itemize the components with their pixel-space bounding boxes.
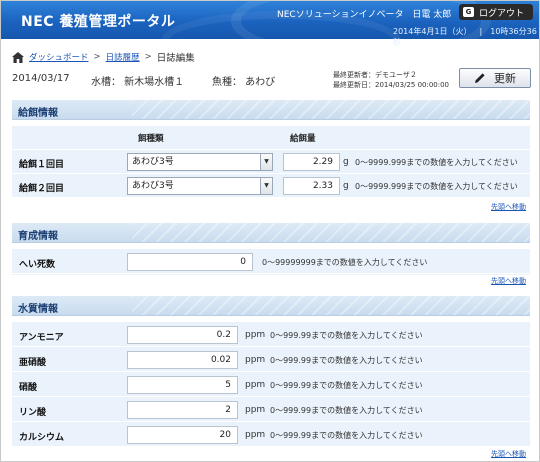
logout-icon: G xyxy=(463,7,474,17)
ammonia-input[interactable]: 0.2 xyxy=(127,326,238,344)
nitrite-hint: 0～999.99までの数値を入力してください xyxy=(270,356,423,365)
phosphate-input[interactable]: 2 xyxy=(127,401,238,419)
current-datetime: 2014年4月1日（火） | 10時36分36秒 xyxy=(393,26,539,48)
water-row-label: カルシウム xyxy=(19,433,65,443)
journal-summary: 2014/03/17 水槽： 新木場水槽１ 魚種： あわび xyxy=(12,73,275,88)
mortality-label: へい死数 xyxy=(19,260,56,270)
logout-label: ログアウト xyxy=(479,8,525,19)
water-panel: アンモニア 0.2 ppm 0～999.99までの数値を入力してください 亜硝酸… xyxy=(12,322,530,447)
water-section-header: 水質情報 xyxy=(12,296,530,316)
calcium-input[interactable]: 20 xyxy=(127,426,238,444)
scroll-to-top-link[interactable]: 先頭へ移動 xyxy=(491,202,526,212)
water-row-label: リン酸 xyxy=(19,408,47,418)
feeding-header-row: 餌種類 給餌量 xyxy=(12,126,530,150)
feed-type-select[interactable]: あわび3号 ▼ xyxy=(127,153,273,171)
feeding-section-title: 給餌情報 xyxy=(18,108,58,119)
last-updated-by: 最終更新者：デモユーザ２ xyxy=(333,71,417,79)
chevron-down-icon: ▼ xyxy=(260,154,272,170)
nitrate-hint: 0～999.99までの数値を入力してください xyxy=(270,381,423,390)
feed-amount-hint: 0～9999.999までの数値を入力してください xyxy=(355,182,518,191)
top-header: NEC 養殖管理ポータル NECソリューションイノベータ 日電 太郎 G ログア… xyxy=(1,1,539,71)
feed-amount-unit: g xyxy=(343,157,349,167)
feed-type-value: あわび3号 xyxy=(132,157,174,167)
feeding-row-1: 給餌１回目 あわび3号 ▼ 2.29 g 0～9999.999までの数値を入力し… xyxy=(12,150,530,174)
nitrate-input[interactable]: 5 xyxy=(127,376,238,394)
journal-date: 2014/03/17 xyxy=(12,73,70,84)
feed-type-value: あわび3号 xyxy=(132,181,174,191)
ammonia-unit: ppm xyxy=(245,330,266,340)
calcium-row: カルシウム 20 ppm 0～999.99までの数値を入力してください xyxy=(12,423,530,447)
organization-name: NECソリューションイノベータ xyxy=(277,10,404,20)
feed-amount-input[interactable]: 2.33 xyxy=(283,177,340,195)
mortality-row: へい死数 0 0～99999999までの数値を入力してください xyxy=(12,250,530,274)
nitrate-row: 硝酸 5 ppm 0～999.99までの数値を入力してください xyxy=(12,373,530,397)
feed-amount-input[interactable]: 2.29 xyxy=(283,153,340,171)
feed-amount-column-header: 給餌量 xyxy=(290,134,316,144)
species-name: 魚種： あわび xyxy=(212,77,276,88)
feed-type-column-header: 餌種類 xyxy=(138,134,164,144)
mortality-input[interactable]: 0 xyxy=(127,253,253,271)
ammonia-row: アンモニア 0.2 ppm 0～999.99までの数値を入力してください xyxy=(12,323,530,347)
current-date: 2014年4月1日（火） xyxy=(393,27,472,36)
nitrate-unit: ppm xyxy=(245,380,266,390)
last-updated-at: 最終更新日：2014/03/25 00:00:00 xyxy=(333,81,450,89)
tank-name: 水槽： 新木場水槽１ xyxy=(91,77,185,88)
breadcrumb-separator: > xyxy=(144,52,152,62)
nitrite-input[interactable]: 0.02 xyxy=(127,351,238,369)
breadcrumb-dashboard-link[interactable]: ダッシュボード xyxy=(29,51,89,63)
update-button[interactable]: 更新 xyxy=(459,68,531,88)
page: NEC 養殖管理ポータル NECソリューションイノベータ 日電 太郎 G ログア… xyxy=(0,0,540,462)
feeding-panel: 餌種類 給餌量 給餌１回目 あわび3号 ▼ 2.29 g 0～9999.999ま… xyxy=(12,126,530,198)
water-row-label: 亜硝酸 xyxy=(19,358,47,368)
nitrite-unit: ppm xyxy=(245,355,266,365)
growth-panel: へい死数 0 0～99999999までの数値を入力してください xyxy=(12,249,530,275)
feeding-section-header: 給餌情報 xyxy=(12,100,530,120)
home-icon xyxy=(12,51,24,63)
calcium-hint: 0～999.99までの数値を入力してください xyxy=(270,431,423,440)
feeding-row-2: 給餌２回目 あわび3号 ▼ 2.33 g 0～9999.999までの数値を入力し… xyxy=(12,174,530,198)
feeding-row-label: 給餌１回目 xyxy=(19,160,65,170)
feed-amount-unit: g xyxy=(343,181,349,191)
nitrite-row: 亜硝酸 0.02 ppm 0～999.99までの数値を入力してください xyxy=(12,348,530,372)
ammonia-hint: 0～999.99までの数値を入力してください xyxy=(270,331,423,340)
scroll-to-top-link[interactable]: 先頭へ移動 xyxy=(491,449,526,459)
phosphate-hint: 0～999.99までの数値を入力してください xyxy=(270,406,423,415)
update-button-label: 更新 xyxy=(494,72,516,85)
logout-button[interactable]: G ログアウト xyxy=(459,4,533,20)
phosphate-unit: ppm xyxy=(245,405,266,415)
pencil-icon xyxy=(475,73,485,83)
water-section-title: 水質情報 xyxy=(18,304,58,315)
breadcrumb-history-link[interactable]: 日誌履歴 xyxy=(106,51,140,63)
last-update-info: 最終更新者：デモユーザ２ 最終更新日：2014/03/25 00:00:00 xyxy=(333,70,449,90)
growth-section-header: 育成情報 xyxy=(12,223,530,243)
feed-amount-hint: 0～9999.999までの数値を入力してください xyxy=(355,158,518,167)
feed-type-select[interactable]: あわび3号 ▼ xyxy=(127,177,273,195)
calcium-unit: ppm xyxy=(245,430,266,440)
breadcrumb: ダッシュボード > 日誌履歴 > 日誌編集 xyxy=(12,50,195,64)
mortality-hint: 0～99999999までの数値を入力してください xyxy=(262,258,428,267)
chevron-down-icon: ▼ xyxy=(260,178,272,194)
phosphate-row: リン酸 2 ppm 0～999.99までの数値を入力してください xyxy=(12,398,530,422)
breadcrumb-separator: > xyxy=(93,52,101,62)
growth-section-title: 育成情報 xyxy=(18,231,58,242)
datetime-separator: | xyxy=(479,27,483,36)
water-row-label: 硝酸 xyxy=(19,383,38,393)
water-row-label: アンモニア xyxy=(19,333,64,343)
app-title: NEC 養殖管理ポータル xyxy=(21,14,176,30)
scroll-to-top-link[interactable]: 先頭へ移動 xyxy=(491,276,526,286)
breadcrumb-current: 日誌編集 xyxy=(156,53,195,64)
user-info: NECソリューションイノベータ 日電 太郎 xyxy=(277,7,451,20)
feeding-row-label: 給餌２回目 xyxy=(19,184,65,194)
user-name: 日電 太郎 xyxy=(412,10,452,20)
